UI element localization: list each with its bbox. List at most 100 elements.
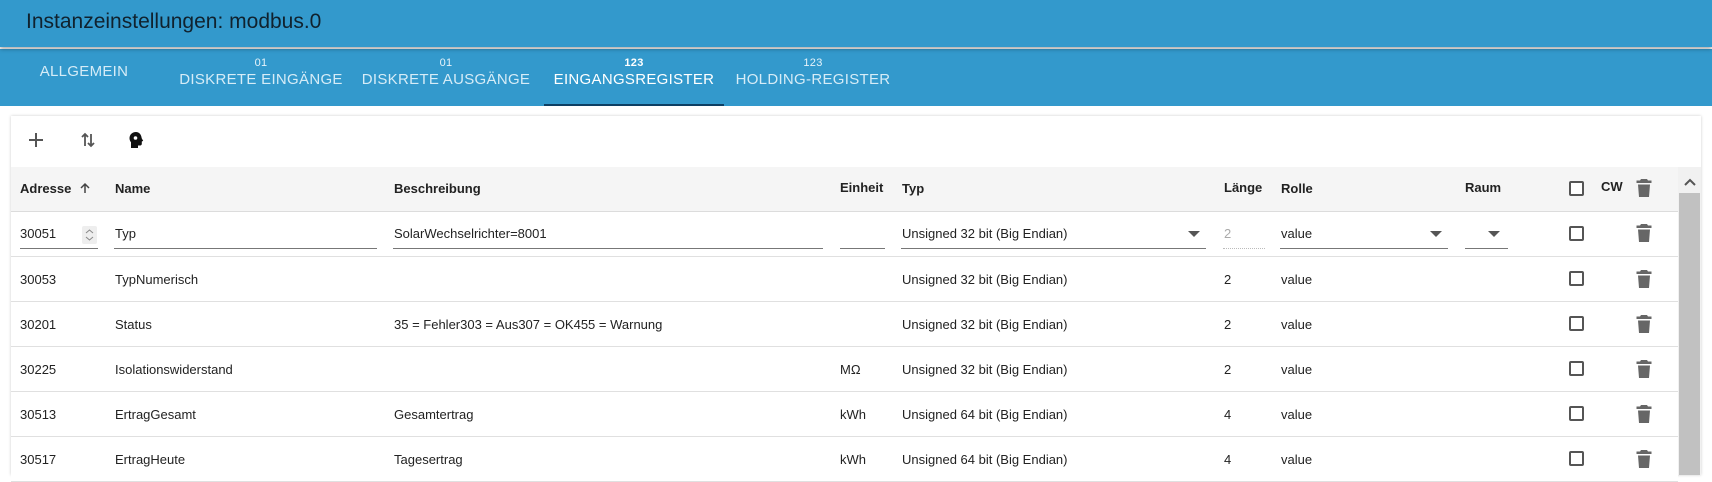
active-tab-indicator [544, 104, 724, 106]
chevron-down-icon [1488, 231, 1500, 237]
stepper-arrows-icon [85, 229, 94, 241]
address-cell: 30517 [20, 452, 57, 467]
address-cell: 30225 [20, 362, 57, 377]
trash-icon [1636, 450, 1652, 468]
length-cell: 4 [1224, 452, 1232, 467]
plus-icon [29, 133, 43, 147]
cw-checkbox[interactable] [1569, 451, 1584, 466]
name-cell: ErtragGesamt [115, 407, 196, 422]
tab-diskrete-ausgaenge[interactable]: 01 DISKRETE AUSGÄNGE [356, 49, 536, 106]
tab-label: HOLDING-REGISTER [735, 71, 891, 88]
trash-icon [1636, 360, 1652, 378]
cw-checkbox[interactable] [1569, 271, 1584, 286]
cw-checkbox[interactable] [1569, 406, 1584, 421]
role-select[interactable] [1280, 226, 1448, 249]
cw-checkbox[interactable] [1569, 361, 1584, 376]
scrollbar-thumb[interactable] [1679, 193, 1700, 475]
column-header-cw: CW [1601, 179, 1623, 194]
address-cell: 30201 [20, 317, 57, 332]
delete-row-button[interactable] [1636, 314, 1652, 339]
role-cell: value [1281, 317, 1313, 332]
tab-allgemein[interactable]: ALLGEMEIN [28, 49, 140, 106]
name-cell: Status [115, 317, 152, 332]
tab-label: DISKRETE EINGÄNGE [179, 71, 343, 88]
head-icon [129, 132, 144, 148]
delete-row-button[interactable] [1636, 449, 1652, 474]
column-header-length[interactable]: Länge [1224, 180, 1262, 195]
address-cell: 30053 [20, 272, 57, 287]
name-cell: TypNumerisch [115, 272, 199, 287]
description-cell: Gesamtertrag [394, 407, 474, 422]
unit-cell: kWh [840, 407, 866, 422]
name-cell: ErtragHeute [115, 452, 186, 467]
page-title: Instanzeinstellungen: modbus.0 [26, 10, 322, 33]
table-row[interactable] [11, 302, 1678, 347]
sort-button[interactable] [73, 125, 103, 155]
length-cell: 2 [1224, 317, 1232, 332]
column-header-name[interactable]: Name [115, 181, 150, 196]
tab-diskrete-eingaenge[interactable]: 01 DISKRETE EINGÄNGE [170, 49, 352, 106]
column-header-description[interactable]: Beschreibung [394, 181, 481, 196]
cw-checkbox[interactable] [1569, 316, 1584, 331]
column-header-role[interactable]: Rolle [1281, 181, 1313, 196]
column-header-room[interactable]: Raum [1465, 180, 1501, 195]
unit-cell: kWh [840, 452, 866, 467]
length-cell: 2 [1224, 362, 1232, 377]
tab-badge: 123 [803, 57, 823, 69]
address-stepper[interactable] [82, 226, 97, 244]
tab-label: EINGANGSREGISTER [553, 71, 715, 88]
chevron-down-icon [1430, 231, 1442, 237]
tab-bar: ALLGEMEIN 01 DISKRETE EINGÄNGE 01 DISKRE… [0, 49, 1712, 106]
trash-icon [1636, 405, 1652, 423]
tab-eingangsregister[interactable]: 123 EINGANGSREGISTER [544, 49, 724, 106]
tab-badge: 01 [439, 57, 453, 69]
table-row[interactable] [11, 257, 1678, 302]
delete-all-button[interactable] [1636, 178, 1652, 203]
role-button[interactable] [121, 125, 151, 155]
delete-row-button[interactable] [1636, 404, 1652, 429]
name-cell: Isolationswiderstand [115, 362, 233, 377]
chevron-down-icon [1188, 231, 1200, 237]
delete-row-button[interactable] [1636, 223, 1652, 248]
column-header-unit[interactable]: Einheit [840, 180, 883, 195]
tab-label: ALLGEMEIN [39, 63, 129, 80]
type-cell: Unsigned 64 bit (Big Endian) [902, 407, 1068, 422]
cw-checkbox[interactable] [1569, 226, 1584, 241]
role-cell: value [1281, 407, 1313, 422]
length-value: 2 [1224, 226, 1232, 241]
type-cell: Unsigned 32 bit (Big Endian) [902, 272, 1068, 287]
role-cell: value [1281, 362, 1313, 377]
unit-input[interactable] [840, 226, 885, 249]
title-bar: Instanzeinstellungen: modbus.0 [0, 0, 1712, 47]
delete-row-button[interactable] [1636, 269, 1652, 294]
length-cell: 2 [1224, 272, 1232, 287]
name-input[interactable] [114, 226, 377, 249]
tab-holding-register[interactable]: 123 HOLDING-REGISTER [732, 49, 894, 106]
trash-icon [1636, 224, 1652, 242]
type-cell: Unsigned 32 bit (Big Endian) [902, 317, 1068, 332]
description-input[interactable] [393, 226, 823, 249]
scroll-up-arrow-icon[interactable] [1683, 174, 1697, 192]
length-cell: 4 [1224, 407, 1232, 422]
delete-row-button[interactable] [1636, 359, 1652, 384]
column-header-type[interactable]: Typ [902, 181, 924, 196]
tab-label: DISKRETE AUSGÄNGE [361, 71, 531, 88]
role-cell: value [1281, 452, 1313, 467]
arrow-up-icon [80, 182, 90, 193]
add-button[interactable] [21, 125, 51, 155]
column-header-address[interactable]: Adresse [20, 181, 91, 196]
tab-badge: 123 [624, 57, 644, 69]
unit-cell: MΩ [840, 362, 861, 377]
swap-vertical-icon [81, 132, 95, 148]
length-input [1223, 248, 1265, 249]
type-select[interactable] [901, 226, 1206, 249]
column-label: Adresse [20, 181, 72, 196]
address-cell: 30513 [20, 407, 57, 422]
select-all-checkbox[interactable] [1569, 181, 1584, 196]
type-cell: Unsigned 64 bit (Big Endian) [902, 452, 1068, 467]
room-select[interactable] [1465, 226, 1508, 249]
type-cell: Unsigned 32 bit (Big Endian) [902, 362, 1068, 377]
trash-icon [1636, 270, 1652, 288]
trash-icon [1636, 315, 1652, 333]
description-cell: 35 = Fehler303 = Aus307 = OK455 = Warnun… [394, 317, 663, 332]
